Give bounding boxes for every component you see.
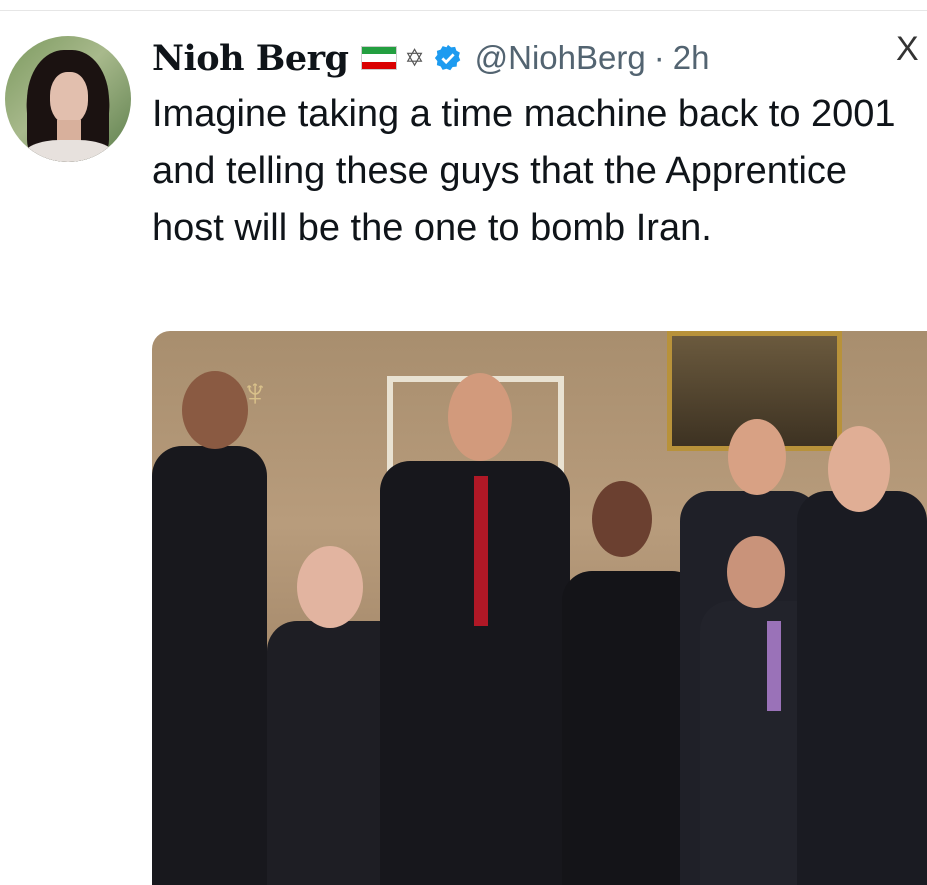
iran-lion-sun-flag-icon	[360, 46, 397, 70]
top-divider	[0, 10, 927, 11]
person-head	[728, 419, 786, 495]
tweet-photo[interactable]: ♆	[152, 331, 927, 885]
avatar-shirt	[23, 140, 115, 162]
purple-tie	[767, 621, 781, 711]
person-head	[448, 373, 512, 461]
separator: ·	[653, 39, 665, 76]
person-head	[828, 426, 890, 512]
person-head	[592, 481, 652, 557]
person-head	[297, 546, 363, 628]
display-name[interactable]: Nioh Berg	[152, 38, 349, 79]
person-figure	[152, 446, 267, 885]
timestamp[interactable]: 2h	[673, 39, 710, 77]
red-tie	[474, 476, 488, 626]
grok-icon[interactable]: X	[896, 30, 927, 69]
avatar[interactable]	[5, 36, 131, 162]
verified-badge-icon	[434, 44, 460, 71]
avatar-face	[50, 72, 88, 124]
handle[interactable]: @NiohBerg	[475, 39, 646, 77]
person-head	[727, 536, 785, 608]
person-figure	[797, 491, 927, 885]
tweet-header: Nioh Berg ✡ @NiohBerg · 2h	[152, 30, 709, 86]
tweet-text: Imagine taking a time machine back to 20…	[152, 93, 896, 249]
person-head	[182, 371, 248, 449]
star-of-david-icon: ✡	[404, 44, 425, 72]
